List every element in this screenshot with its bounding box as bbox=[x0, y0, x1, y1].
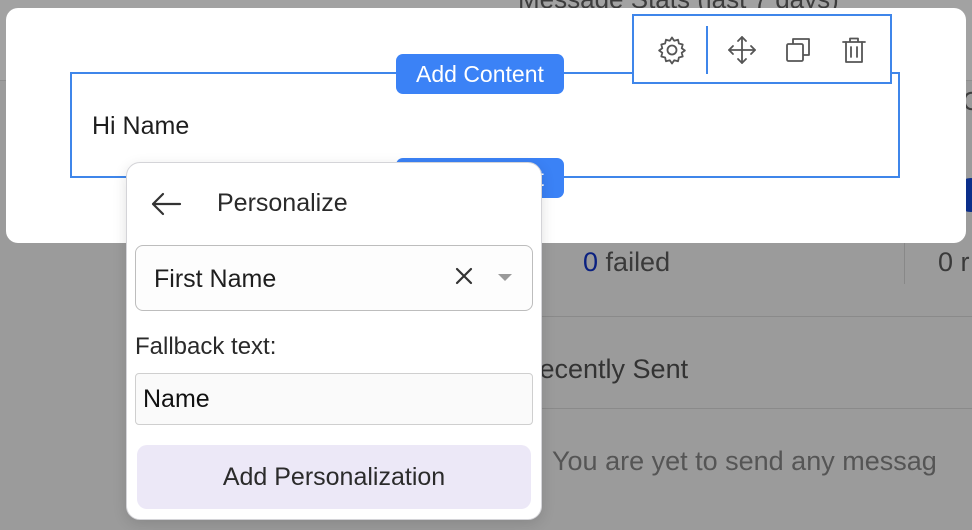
section-divider bbox=[520, 408, 972, 409]
popover-title: Personalize bbox=[217, 189, 348, 217]
add-content-button-top[interactable]: Add Content bbox=[396, 54, 564, 94]
clear-selection-icon[interactable] bbox=[452, 264, 476, 288]
failed-label: failed bbox=[605, 247, 671, 277]
section-divider bbox=[520, 316, 972, 317]
fallback-text-input[interactable] bbox=[135, 373, 533, 425]
chevron-down-icon[interactable] bbox=[498, 274, 512, 281]
failed-count: 0 bbox=[583, 247, 599, 277]
toolbar-separator bbox=[706, 26, 708, 74]
stat-divider bbox=[904, 236, 905, 284]
move-icon[interactable] bbox=[726, 34, 758, 66]
block-text[interactable]: Hi Name bbox=[92, 112, 189, 141]
empty-state-message: You are yet to send any messag bbox=[552, 446, 937, 476]
duplicate-icon[interactable] bbox=[782, 34, 814, 66]
personalization-field-select[interactable]: First Name bbox=[135, 245, 533, 311]
back-arrow-icon[interactable] bbox=[149, 187, 183, 221]
failed-stat: 0 failed bbox=[583, 247, 670, 278]
personalize-popover: Personalize First Name Fallback text: Ad… bbox=[126, 162, 542, 520]
trash-icon[interactable] bbox=[838, 34, 870, 66]
recently-sent-title: Recently Sent bbox=[520, 354, 689, 384]
selected-field-value: First Name bbox=[154, 265, 277, 293]
gear-icon[interactable] bbox=[656, 34, 688, 66]
add-personalization-button[interactable]: Add Personalization bbox=[137, 445, 531, 509]
block-toolbar bbox=[632, 14, 892, 84]
stat-right-count: 0 r bbox=[938, 247, 970, 277]
fallback-text-label: Fallback text: bbox=[135, 333, 277, 360]
